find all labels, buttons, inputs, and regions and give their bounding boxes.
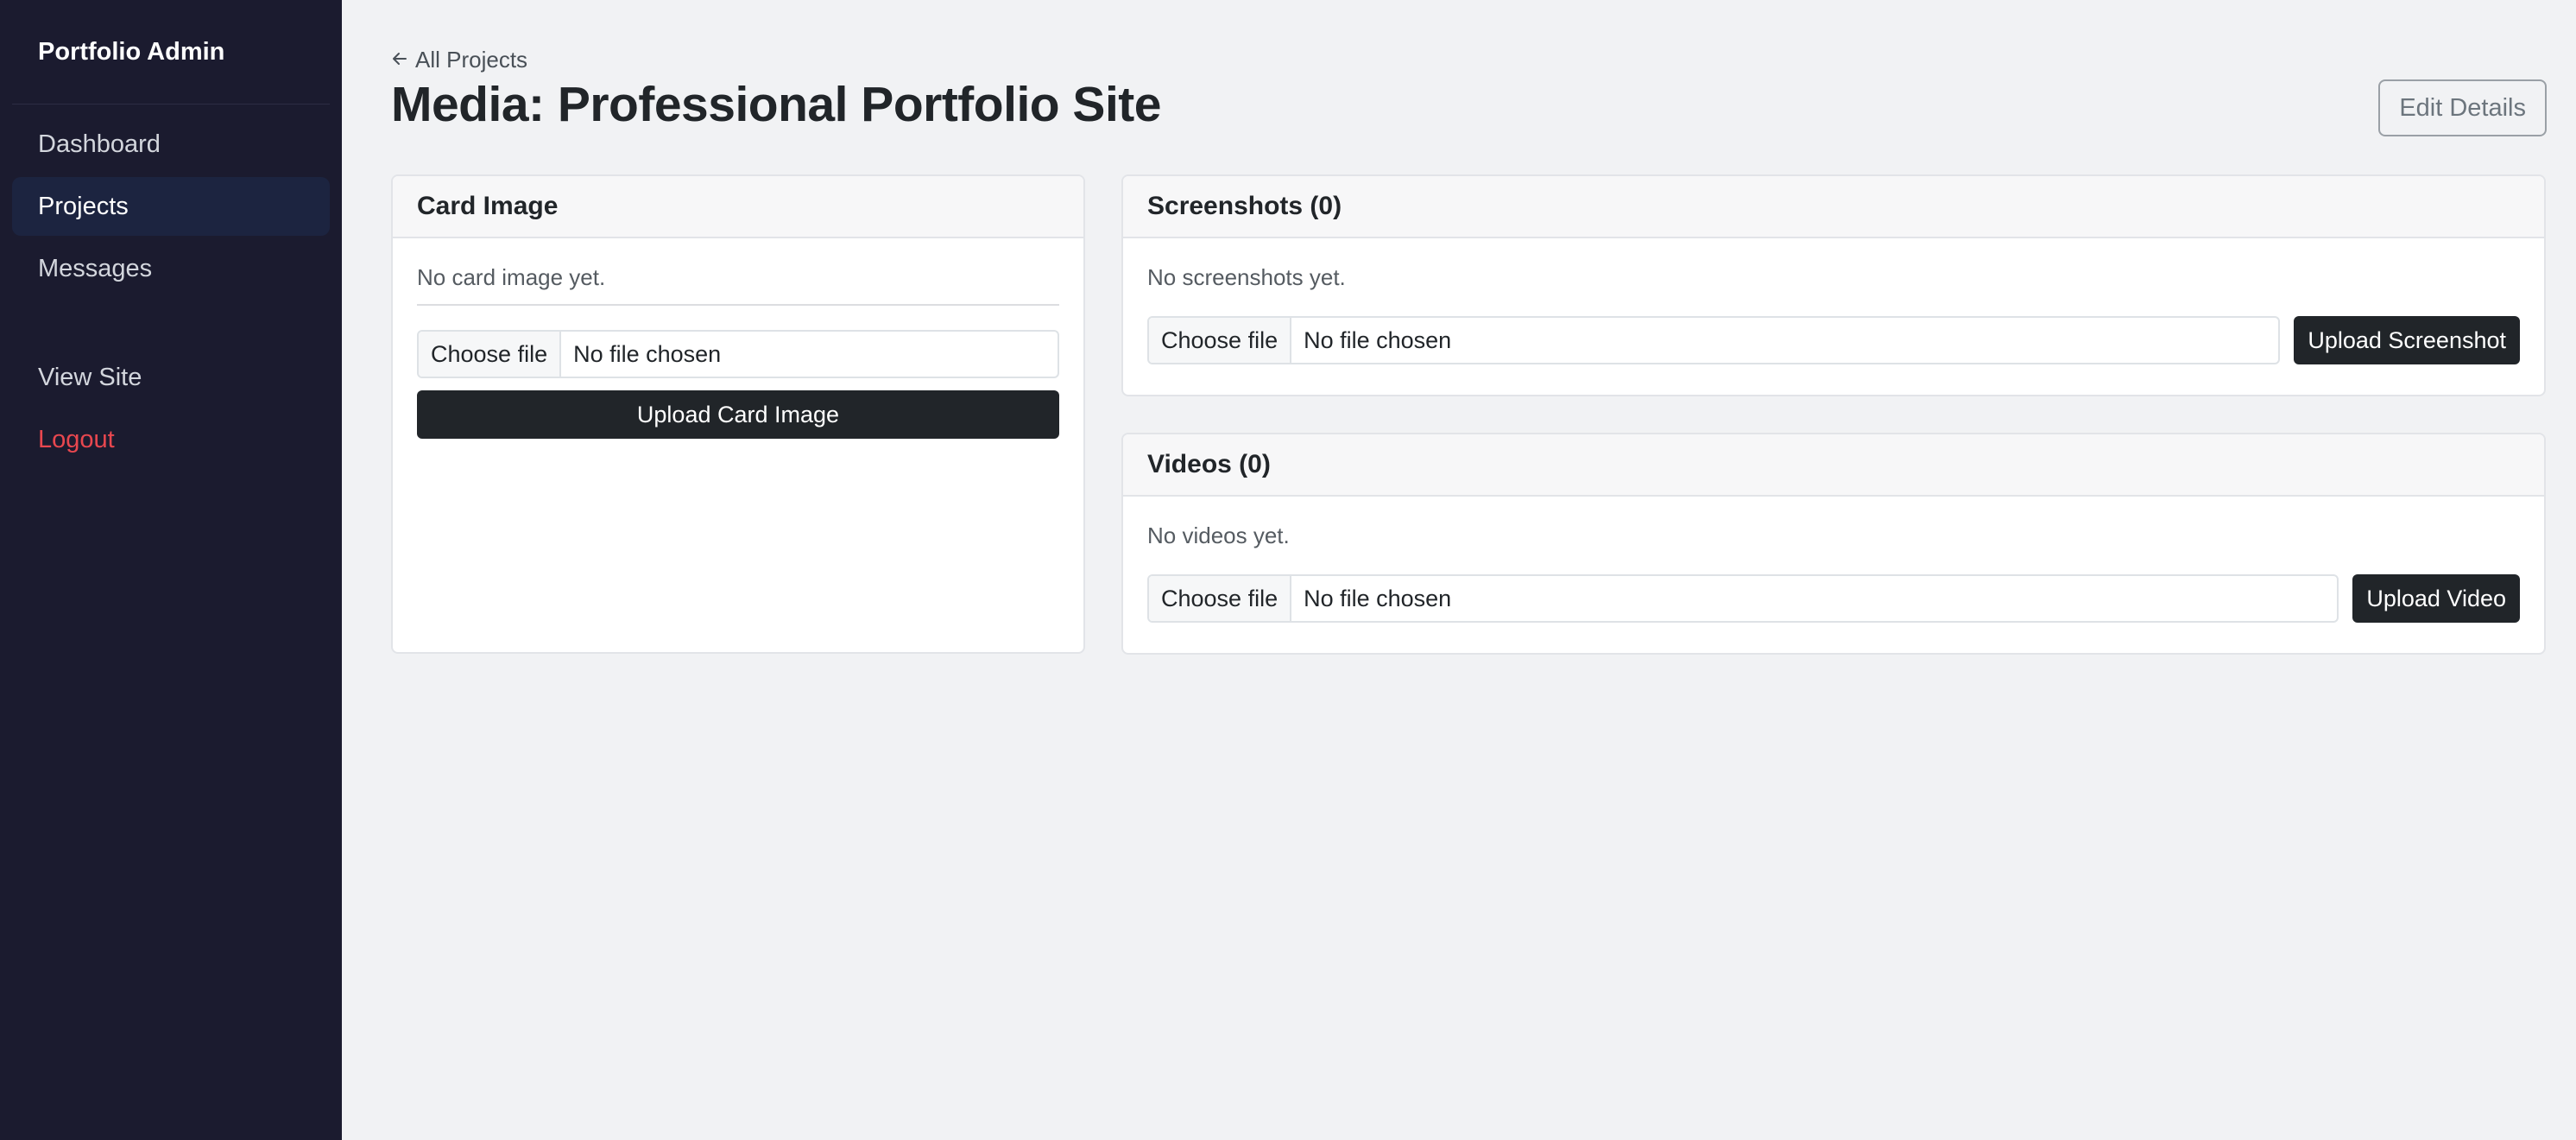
file-status-text: No file chosen [1304, 585, 1452, 611]
edit-details-button[interactable]: Edit Details [2378, 79, 2547, 136]
upload-video-button[interactable]: Upload Video [2352, 574, 2520, 623]
screenshots-header: Screenshots (0) [1123, 176, 2544, 238]
sidebar-item-dashboard[interactable]: Dashboard [12, 115, 330, 174]
brand-title: Portfolio Admin [12, 0, 330, 104]
videos-body: No videos yet. Choose file No file chose… [1123, 497, 2544, 623]
sidebar-nav: Dashboard Projects Messages View Site Lo… [12, 104, 330, 469]
page-title: Media: Professional Portfolio Site [391, 77, 1161, 132]
back-to-projects-link[interactable]: All Projects [391, 47, 527, 73]
card-image-body: No card image yet. Choose file No file c… [393, 238, 1083, 439]
screenshots-body: No screenshots yet. Choose file No file … [1123, 238, 2544, 364]
videos-panel: Videos (0) No videos yet. Choose file No… [1121, 433, 2546, 655]
videos-empty-text: No videos yet. [1147, 522, 1290, 548]
screenshots-upload-row: Choose file No file chosen Upload Screen… [1147, 316, 2520, 364]
card-image-file-input[interactable]: Choose file No file chosen [417, 330, 1059, 378]
upload-card-image-button[interactable]: Upload Card Image [417, 390, 1059, 439]
divider [417, 304, 1059, 306]
upload-screenshot-button[interactable]: Upload Screenshot [2294, 316, 2520, 364]
screenshot-file-input[interactable]: Choose file No file chosen [1147, 316, 2281, 364]
sidebar-item-view-site[interactable]: View Site [12, 348, 330, 407]
arrow-left-icon [391, 47, 408, 73]
sidebar-item-logout[interactable]: Logout [12, 410, 330, 469]
choose-file-button[interactable]: Choose file [1149, 576, 1292, 621]
sidebar-item-messages[interactable]: Messages [12, 239, 330, 298]
app: Portfolio Admin Dashboard Projects Messa… [0, 0, 2576, 1140]
videos-upload-row: Choose file No file chosen Upload Video [1147, 574, 2520, 623]
screenshots-empty-text: No screenshots yet. [1147, 264, 1346, 290]
main-content: All Projects Media: Professional Portfol… [342, 0, 2576, 1140]
sidebar-spacer [12, 301, 330, 348]
sidebar: Portfolio Admin Dashboard Projects Messa… [0, 0, 342, 1140]
file-status-text: No file chosen [1304, 326, 1452, 353]
card-image-header: Card Image [393, 176, 1083, 238]
file-status-text: No file chosen [573, 340, 722, 367]
videos-header: Videos (0) [1123, 434, 2544, 497]
screenshots-panel: Screenshots (0) No screenshots yet. Choo… [1121, 174, 2546, 396]
sidebar-item-projects[interactable]: Projects [12, 177, 330, 236]
choose-file-button[interactable]: Choose file [419, 332, 562, 377]
choose-file-button[interactable]: Choose file [1149, 318, 1292, 363]
card-image-empty-text: No card image yet. [417, 264, 606, 290]
back-link-label: All Projects [415, 47, 528, 73]
card-image-panel: Card Image No card image yet. Choose fil… [391, 174, 1085, 654]
video-file-input[interactable]: Choose file No file chosen [1147, 574, 2339, 623]
